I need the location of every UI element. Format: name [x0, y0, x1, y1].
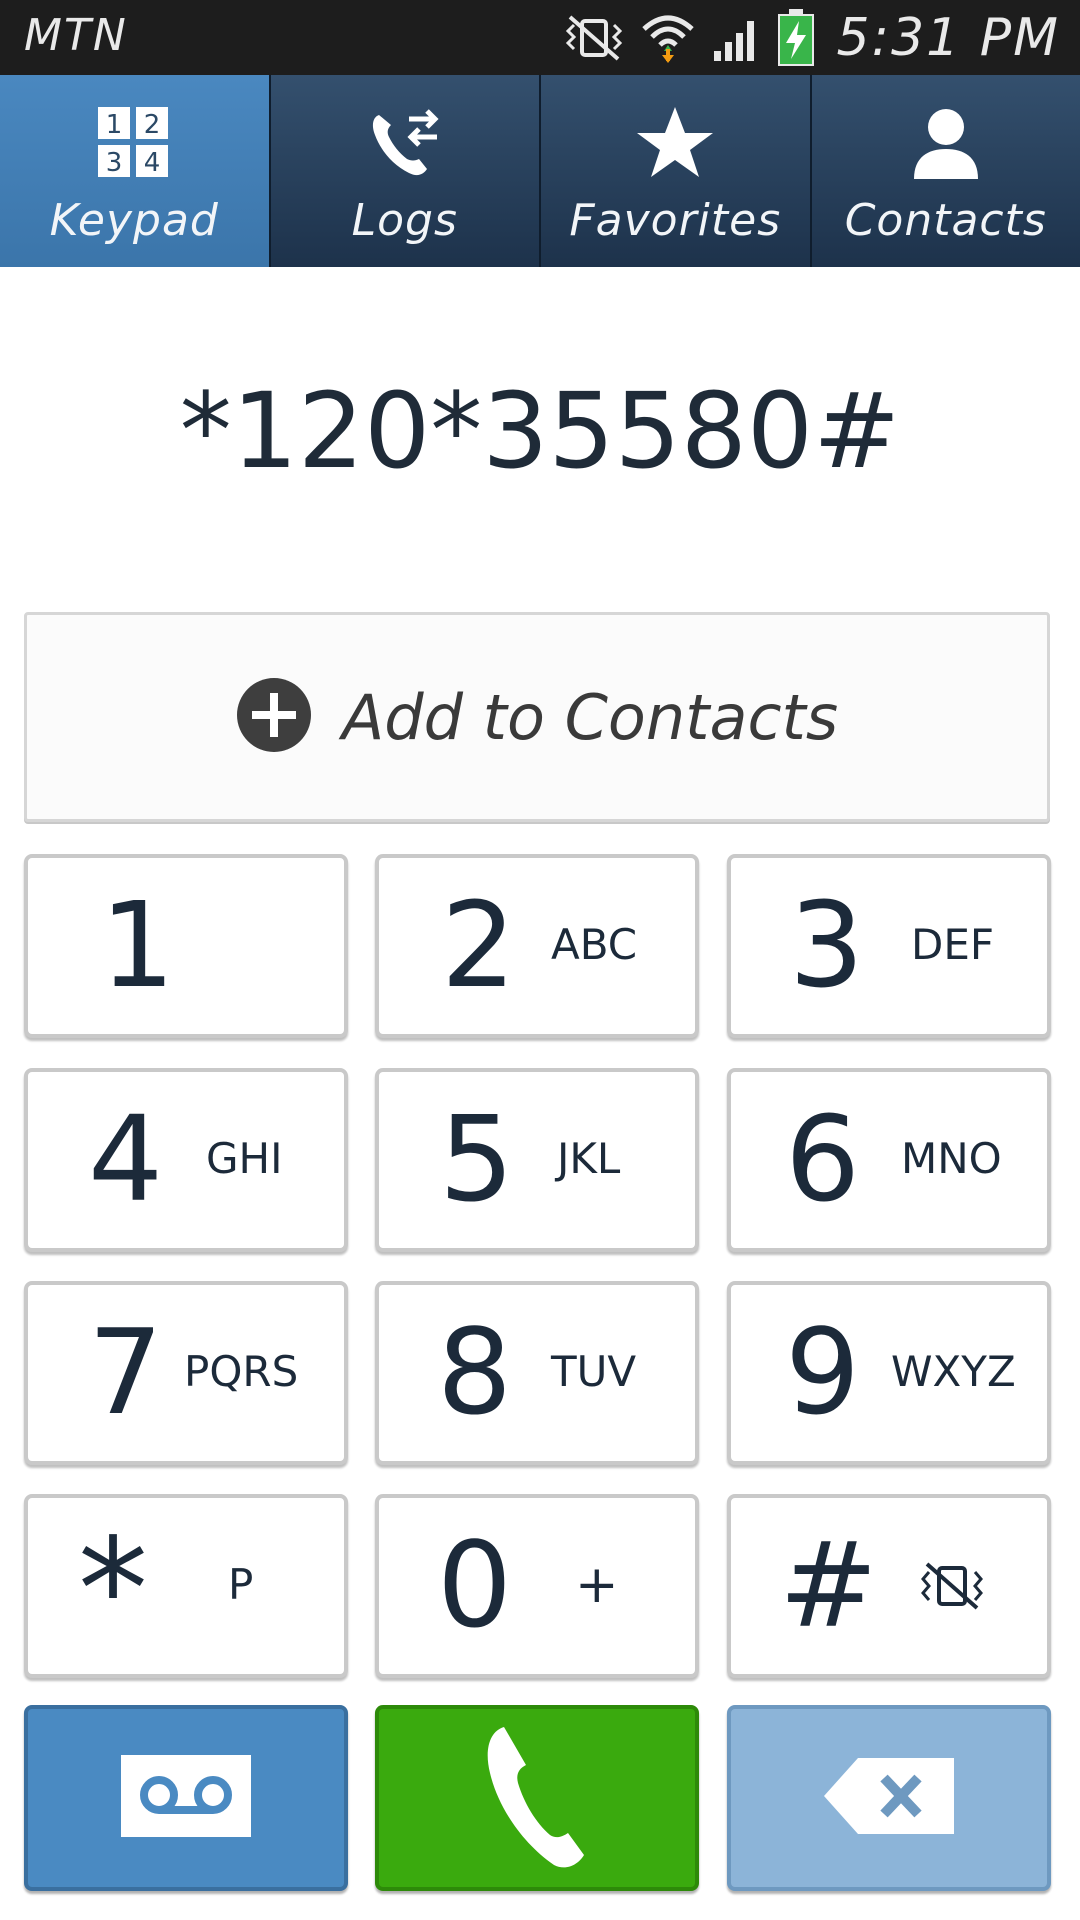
vibrate-mute-icon — [564, 13, 624, 63]
key-8[interactable]: 8 TUV — [375, 1281, 699, 1465]
dialed-number[interactable]: *120*35580# — [0, 370, 1080, 492]
key-letters: WXYZ — [891, 1347, 1016, 1396]
tab-favorites[interactable]: Favorites — [541, 75, 812, 267]
key-digit: 7 — [88, 1303, 164, 1441]
key-digit: 1 — [100, 876, 176, 1014]
key-letters: JKL — [557, 1134, 621, 1183]
add-to-contacts-button[interactable]: Add to Contacts — [24, 612, 1050, 822]
key-digit: 9 — [785, 1303, 861, 1441]
key-5[interactable]: 5 JKL — [375, 1068, 699, 1252]
status-icons: 5:31 PM — [564, 6, 1060, 70]
carrier-label: MTN — [24, 10, 128, 61]
key-letters: GHI — [206, 1134, 283, 1183]
key-digit: 8 — [437, 1303, 513, 1441]
call-button[interactable] — [375, 1705, 699, 1891]
vibrate-off-icon — [917, 1558, 987, 1618]
key-7[interactable]: 7 PQRS — [24, 1281, 348, 1465]
key-digit: 6 — [785, 1090, 861, 1228]
voicemail-icon — [121, 1755, 251, 1841]
key-digit: # — [779, 1516, 878, 1654]
wifi-icon — [640, 11, 696, 65]
key-letters: PQRS — [184, 1347, 299, 1396]
phone-icon — [482, 1721, 592, 1875]
svg-text:3: 3 — [106, 148, 123, 178]
person-icon — [906, 103, 986, 183]
star-icon — [635, 103, 715, 183]
tab-contacts[interactable]: Contacts — [812, 75, 1080, 267]
key-4[interactable]: 4 GHI — [24, 1068, 348, 1252]
battery-charging-icon — [778, 9, 815, 67]
key-letters: TUV — [551, 1347, 637, 1396]
keypad-icon: 1 2 3 4 — [96, 103, 172, 183]
tab-label: Logs — [351, 195, 458, 246]
key-letters: P — [228, 1560, 254, 1609]
clock: 5:31 PM — [836, 8, 1060, 68]
key-1[interactable]: 1 — [24, 854, 348, 1038]
logs-icon — [365, 103, 445, 183]
svg-text:4: 4 — [144, 148, 161, 178]
key-3[interactable]: 3 DEF — [727, 854, 1051, 1038]
key-0[interactable]: 0 + — [375, 1494, 699, 1678]
key-letters: ABC — [551, 920, 638, 969]
voicemail-button[interactable] — [24, 1705, 348, 1891]
key-digit: 5 — [439, 1090, 515, 1228]
key-letters: DEF — [911, 920, 995, 969]
key-digit: 4 — [88, 1090, 164, 1228]
tab-label: Keypad — [49, 195, 219, 246]
key-digit: * — [78, 1509, 148, 1672]
status-bar: MTN 5:31 PM — [0, 0, 1080, 75]
key-hash[interactable]: # — [727, 1494, 1051, 1678]
key-digit: 3 — [789, 876, 865, 1014]
svg-text:1: 1 — [106, 110, 123, 140]
key-6[interactable]: 6 MNO — [727, 1068, 1051, 1252]
key-2[interactable]: 2 ABC — [375, 854, 699, 1038]
key-digit: 0 — [437, 1516, 513, 1654]
tab-logs[interactable]: Logs — [271, 75, 541, 267]
add-to-contacts-label: Add to Contacts — [341, 680, 839, 754]
key-letters: MNO — [901, 1134, 1002, 1183]
key-letters: + — [575, 1555, 619, 1615]
key-9[interactable]: 9 WXYZ — [727, 1281, 1051, 1465]
tab-bar: 1 2 3 4 Keypad Logs Favorites Contacts — [0, 75, 1080, 267]
tab-label: Contacts — [844, 195, 1047, 246]
svg-text:2: 2 — [144, 110, 161, 140]
tab-keypad[interactable]: 1 2 3 4 Keypad — [0, 75, 271, 267]
backspace-icon — [824, 1758, 954, 1838]
plus-circle-icon — [236, 677, 312, 757]
key-digit: 2 — [441, 876, 517, 1014]
signal-icon — [712, 13, 762, 63]
backspace-button[interactable] — [727, 1705, 1051, 1891]
key-star[interactable]: * P — [24, 1494, 348, 1678]
tab-label: Favorites — [569, 195, 782, 246]
